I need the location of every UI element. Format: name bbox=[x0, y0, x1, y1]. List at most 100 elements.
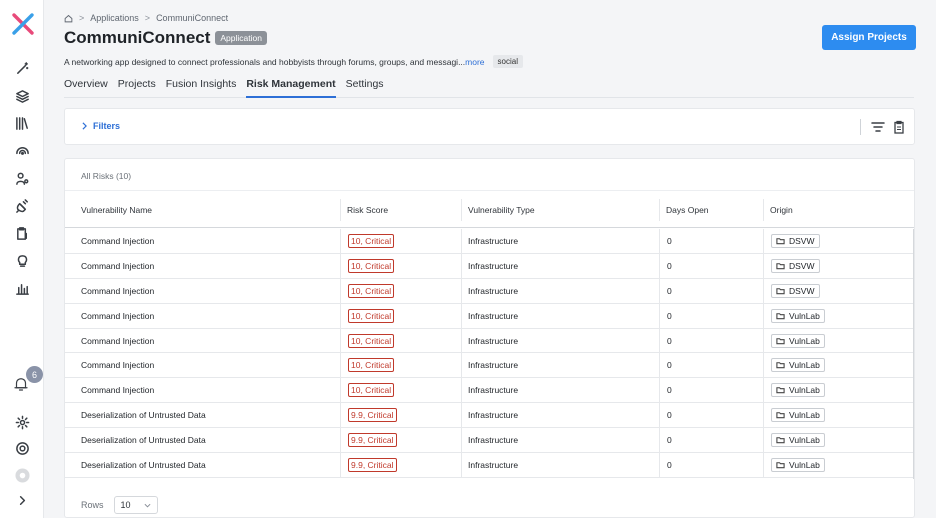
days-open: 0 bbox=[667, 285, 672, 296]
column-header-vulnerability-type[interactable]: Vulnerability Type bbox=[468, 205, 535, 215]
column-divider bbox=[340, 353, 341, 378]
origin-chip[interactable]: VulnLab bbox=[771, 358, 825, 373]
column-divider bbox=[340, 403, 341, 428]
table-row[interactable]: Command Injection 10, Critical Infrastruct… bbox=[65, 353, 914, 379]
table-row[interactable]: Command Injection 10, Critical Infrastruct… bbox=[65, 253, 914, 279]
table-row[interactable]: Command Injection 10, Critical Infrastruct… bbox=[65, 378, 914, 404]
origin-label: DSVW bbox=[789, 236, 815, 246]
more-link[interactable]: more bbox=[465, 57, 484, 67]
column-divider bbox=[461, 453, 462, 478]
column-divider bbox=[659, 328, 660, 353]
origin-chip[interactable]: VulnLab bbox=[771, 333, 825, 348]
assign-projects-button[interactable]: Assign Projects bbox=[822, 25, 916, 50]
column-divider bbox=[461, 328, 462, 353]
rows-per-page-select[interactable]: 10 bbox=[113, 496, 158, 514]
home-icon[interactable] bbox=[64, 14, 73, 23]
column-divider bbox=[461, 303, 462, 328]
column-header-vulnerability-name[interactable]: Vulnerability Name bbox=[81, 205, 152, 215]
tab-fusion-insights[interactable]: Fusion Insights bbox=[166, 76, 237, 98]
column-divider bbox=[461, 428, 462, 453]
column-divider bbox=[461, 403, 462, 428]
description-text: A networking app designed to connect pro… bbox=[64, 56, 466, 67]
risk-score-badge: 9.9, Critical bbox=[348, 458, 397, 473]
folder-icon bbox=[776, 412, 785, 419]
origin-label: VulnLab bbox=[789, 435, 820, 446]
origin-chip[interactable]: VulnLab bbox=[771, 308, 825, 323]
table-row[interactable]: Command Injection 10, Critical Infrastruct… bbox=[65, 303, 914, 329]
column-divider bbox=[763, 278, 764, 303]
tab-settings[interactable]: Settings bbox=[346, 76, 384, 98]
avatar[interactable] bbox=[12, 465, 32, 485]
folder-icon bbox=[776, 238, 785, 245]
expand-sidebar-chevron-icon[interactable] bbox=[12, 490, 32, 510]
column-header-days-open[interactable]: Days Open bbox=[666, 205, 709, 215]
vulnerability-type: Infrastructure bbox=[468, 236, 519, 246]
gear-icon[interactable] bbox=[12, 412, 32, 432]
lightbulb-icon[interactable] bbox=[12, 250, 32, 270]
table-row[interactable]: Deserialization of Untrusted Data 9.9, Cr… bbox=[65, 453, 914, 478]
column-header-risk-score[interactable]: Risk Score bbox=[347, 205, 388, 215]
filter-icon[interactable] bbox=[871, 121, 885, 133]
layers-icon[interactable] bbox=[12, 86, 32, 106]
days-open: 0 bbox=[667, 260, 672, 271]
column-divider bbox=[763, 403, 764, 428]
table-row[interactable]: Command Injection 10, Critical Infrastruct… bbox=[65, 328, 914, 354]
table-row[interactable]: Deserialization of Untrusted Data 9.9, Cr… bbox=[65, 428, 914, 454]
column-divider bbox=[461, 253, 462, 278]
tab-overview[interactable]: Overview bbox=[64, 76, 108, 98]
help-lifebuoy-icon[interactable] bbox=[12, 438, 32, 458]
risk-score-badge: 10, Critical bbox=[348, 308, 395, 323]
column-divider bbox=[659, 229, 660, 253]
origin-chip[interactable]: VulnLab bbox=[771, 458, 825, 473]
vulnerability-type: Infrastructure bbox=[468, 410, 519, 421]
column-divider bbox=[340, 253, 341, 278]
divider bbox=[860, 119, 861, 135]
tab-bar: Overview Projects Fusion Insights Risk M… bbox=[64, 76, 914, 98]
plug-icon[interactable] bbox=[12, 196, 32, 216]
vulnerability-name: Command Injection bbox=[81, 360, 155, 371]
origin-label: VulnLab bbox=[789, 460, 820, 471]
origin-chip[interactable]: VulnLab bbox=[771, 408, 825, 423]
origin-chip[interactable]: DSVW bbox=[771, 283, 820, 298]
column-divider bbox=[763, 378, 764, 403]
library-icon[interactable] bbox=[12, 113, 32, 133]
folder-icon bbox=[776, 437, 785, 444]
bar-chart-icon[interactable] bbox=[12, 278, 32, 298]
column-divider bbox=[763, 328, 764, 353]
vulnerability-name: Deserialization of Untrusted Data bbox=[81, 435, 206, 446]
filters-toggle[interactable]: Filters bbox=[81, 121, 120, 131]
vulnerability-name: Command Injection bbox=[81, 335, 155, 346]
table-row[interactable]: Command Injection 10, Critical Infrastruct… bbox=[65, 229, 914, 254]
table-row[interactable]: Deserialization of Untrusted Data 9.9, Cr… bbox=[65, 403, 914, 429]
origin-chip[interactable]: DSVW bbox=[771, 234, 820, 248]
clipboard-export-icon[interactable] bbox=[893, 120, 905, 134]
risk-score-badge: 9.9, Critical bbox=[348, 408, 397, 423]
wand-icon[interactable] bbox=[12, 58, 32, 78]
column-header-origin[interactable]: Origin bbox=[770, 205, 793, 215]
user-settings-icon[interactable] bbox=[12, 168, 32, 188]
column-divider bbox=[659, 353, 660, 378]
column-divider bbox=[340, 428, 341, 453]
risk-score-badge: 9.9, Critical bbox=[348, 433, 397, 448]
folder-icon bbox=[776, 337, 785, 344]
days-open: 0 bbox=[667, 410, 672, 421]
origin-chip[interactable]: DSVW bbox=[771, 258, 820, 273]
notifications[interactable]: 6 bbox=[10, 366, 43, 395]
clipboard-icon[interactable] bbox=[12, 223, 32, 243]
app-logo-icon[interactable] bbox=[11, 12, 35, 36]
vulnerability-name: Command Injection bbox=[81, 260, 155, 271]
table-scrollbar[interactable] bbox=[913, 229, 914, 479]
origin-chip[interactable]: VulnLab bbox=[771, 433, 825, 448]
table-row[interactable]: Command Injection 10, Critical Infrastruct… bbox=[65, 278, 914, 304]
column-divider bbox=[659, 453, 660, 478]
days-open: 0 bbox=[667, 385, 672, 396]
breadcrumb-item-applications[interactable]: Applications bbox=[90, 13, 139, 23]
filters-panel: Filters bbox=[64, 108, 915, 145]
tab-risk-management[interactable]: Risk Management bbox=[246, 76, 336, 98]
tab-projects[interactable]: Projects bbox=[118, 76, 156, 98]
radar-icon[interactable] bbox=[12, 140, 32, 160]
title-row: CommuniConnect Application bbox=[64, 28, 267, 48]
origin-chip[interactable]: VulnLab bbox=[771, 383, 825, 398]
column-divider bbox=[340, 453, 341, 478]
column-divider bbox=[659, 278, 660, 303]
